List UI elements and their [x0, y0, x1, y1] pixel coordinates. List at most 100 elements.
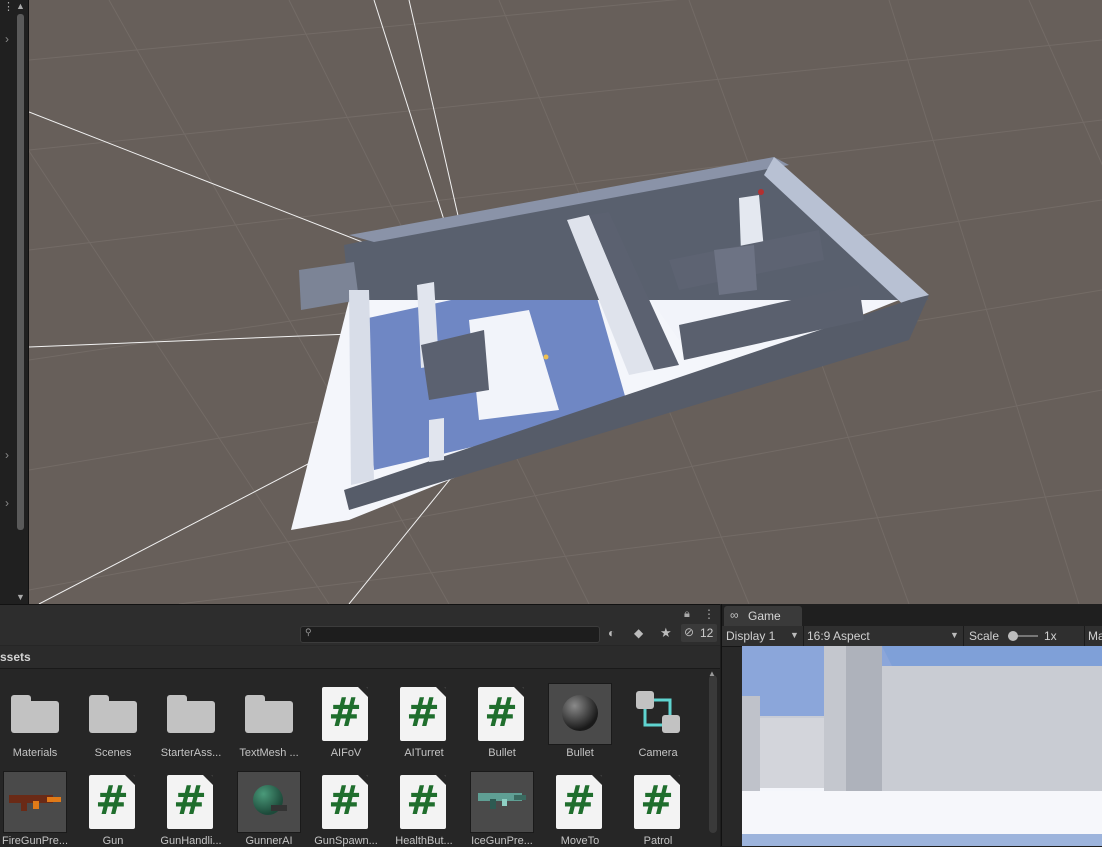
asset-grid: Materials Scenes StarterAss... TextMesh …: [0, 679, 705, 847]
asset-label: MoveTo: [560, 835, 600, 847]
gun-prefab-icon: [3, 771, 67, 833]
breadcrumb: ssets: [0, 646, 720, 669]
breadcrumb-assets[interactable]: ssets: [0, 650, 31, 664]
asset-item[interactable]: # HealthBut...: [385, 773, 463, 847]
csharp-script-icon: #: [552, 773, 608, 829]
enemy-marker: [758, 189, 764, 195]
search-input[interactable]: ⚲: [300, 626, 600, 643]
asset-label: Scenes: [94, 747, 132, 759]
asset-item[interactable]: # AIFoV: [307, 685, 385, 769]
asset-label: GunHandli...: [160, 835, 222, 847]
scale-slider-thumb[interactable]: [1008, 631, 1018, 641]
asset-item[interactable]: Materials: [0, 685, 74, 769]
asset-item[interactable]: # Patrol: [619, 773, 697, 847]
asset-item[interactable]: Scenes: [74, 685, 152, 769]
light-marker: [543, 354, 549, 360]
favorite-star-icon[interactable]: ★: [660, 625, 672, 641]
display-dropdown-value: Display 1: [726, 629, 776, 643]
asset-item[interactable]: Bullet: [541, 683, 619, 769]
asset-label: FireGunPre...: [1, 835, 69, 847]
kebab-menu-icon[interactable]: ⋮: [703, 607, 715, 621]
asset-label: GunSpawn...: [314, 835, 378, 847]
scale-value: 1x: [1044, 629, 1057, 643]
folder-icon: [163, 685, 219, 741]
csharp-script-icon: #: [396, 773, 452, 829]
csharp-script-icon: #: [396, 685, 452, 741]
csharp-script-icon: #: [474, 685, 530, 741]
project-panel: 🔒︎ ⋮ ⚲ ◐ ◆ ★ ⊘ 12 ssets Materials Scenes…: [0, 604, 720, 847]
csharp-script-icon: #: [630, 773, 686, 829]
scrollbar-thumb[interactable]: [17, 14, 24, 530]
asset-item[interactable]: TextMesh ...: [230, 685, 308, 769]
eye-slash-icon: ⊘: [684, 625, 695, 639]
hidden-count: 12: [700, 626, 714, 640]
label-tag-icon[interactable]: ◆: [634, 626, 643, 640]
game-toolbar: Display 1 ▼ 16:9 Aspect ▼ Scale 1x Ma: [722, 626, 1102, 647]
folder-icon: [85, 685, 141, 741]
asset-item[interactable]: Camera: [619, 685, 697, 769]
scroll-up-icon[interactable]: ▲: [708, 669, 716, 678]
project-toolbar: 🔒︎ ⋮ ⚲ ◐ ◆ ★ ⊘ 12: [0, 605, 720, 645]
folder-icon: [7, 685, 63, 741]
asset-label: IceGunPre...: [471, 835, 533, 847]
tab-game-label: Game: [748, 609, 781, 623]
folder-icon: [241, 685, 297, 741]
tab-game[interactable]: ∞ Game: [724, 606, 802, 626]
asset-item[interactable]: FireGunPre...: [0, 771, 74, 847]
scroll-down-icon[interactable]: ▼: [16, 592, 25, 602]
asset-item[interactable]: # Gun: [74, 773, 152, 847]
asset-item[interactable]: StarterAss...: [152, 685, 230, 769]
scene-view[interactable]: [29, 0, 1102, 604]
game-tabbar: ∞ Game: [722, 604, 1102, 626]
gamepad-icon: ∞: [730, 608, 739, 622]
chevron-right-icon[interactable]: ›: [5, 448, 9, 462]
asset-item[interactable]: IceGunPre...: [463, 771, 541, 847]
asset-label: Gun: [102, 835, 124, 847]
asset-item[interactable]: # GunHandli...: [152, 773, 230, 847]
asset-label: AITurret: [404, 747, 444, 759]
hierarchy-collapsed-strip: ⋮ ▲ › › › ▼: [0, 0, 29, 604]
asset-label: Camera: [638, 747, 678, 759]
csharp-script-icon: #: [318, 685, 374, 741]
asset-label: Bullet: [488, 747, 516, 759]
csharp-script-icon: #: [163, 773, 219, 829]
filter-by-type-icon[interactable]: ◐: [608, 626, 615, 640]
aspect-dropdown-value: 16:9 Aspect: [807, 629, 870, 643]
scene-render: [29, 0, 1102, 604]
chevron-right-icon[interactable]: ›: [5, 496, 9, 510]
lock-icon[interactable]: 🔒︎: [684, 608, 690, 621]
csharp-script-icon: #: [318, 773, 374, 829]
asset-label: StarterAss...: [160, 747, 222, 759]
asset-label: GunnerAI: [245, 835, 293, 847]
csharp-script-icon: #: [85, 773, 141, 829]
ice-gun-prefab-icon: [470, 771, 534, 833]
asset-grid-scrollbar[interactable]: [709, 675, 717, 833]
asset-label: HealthBut...: [395, 835, 453, 847]
sphere-prefab-icon: [548, 683, 612, 745]
camera-script-icon: [630, 685, 686, 741]
scroll-up-icon[interactable]: ▲: [16, 1, 25, 11]
display-dropdown[interactable]: Display 1 ▼: [722, 626, 802, 646]
chevron-down-icon: ▼: [950, 630, 959, 640]
asset-item[interactable]: # AITurret: [385, 685, 463, 769]
asset-item[interactable]: # GunSpawn...: [307, 773, 385, 847]
gunner-prefab-icon: [237, 771, 301, 833]
asset-label: Bullet: [566, 747, 594, 759]
search-icon: ⚲: [305, 627, 312, 637]
chevron-right-icon[interactable]: ›: [5, 32, 9, 46]
hidden-packages-toggle[interactable]: ⊘ 12: [681, 624, 717, 642]
maximize-on-play-toggle[interactable]: Ma: [1088, 629, 1102, 643]
game-render: [742, 646, 1102, 846]
game-view[interactable]: [742, 646, 1102, 846]
asset-label: Materials: [12, 747, 58, 759]
asset-item[interactable]: # MoveTo: [541, 773, 619, 847]
scale-label: Scale: [969, 629, 1000, 643]
aspect-dropdown[interactable]: 16:9 Aspect ▼: [804, 626, 962, 646]
chevron-down-icon: ▼: [790, 630, 799, 640]
asset-label: TextMesh ...: [239, 747, 299, 759]
asset-label: AIFoV: [330, 747, 362, 759]
kebab-menu-icon[interactable]: ⋮: [3, 0, 14, 13]
asset-item[interactable]: # Bullet: [463, 685, 541, 769]
asset-label: Patrol: [643, 835, 673, 847]
asset-item[interactable]: GunnerAI: [230, 771, 308, 847]
